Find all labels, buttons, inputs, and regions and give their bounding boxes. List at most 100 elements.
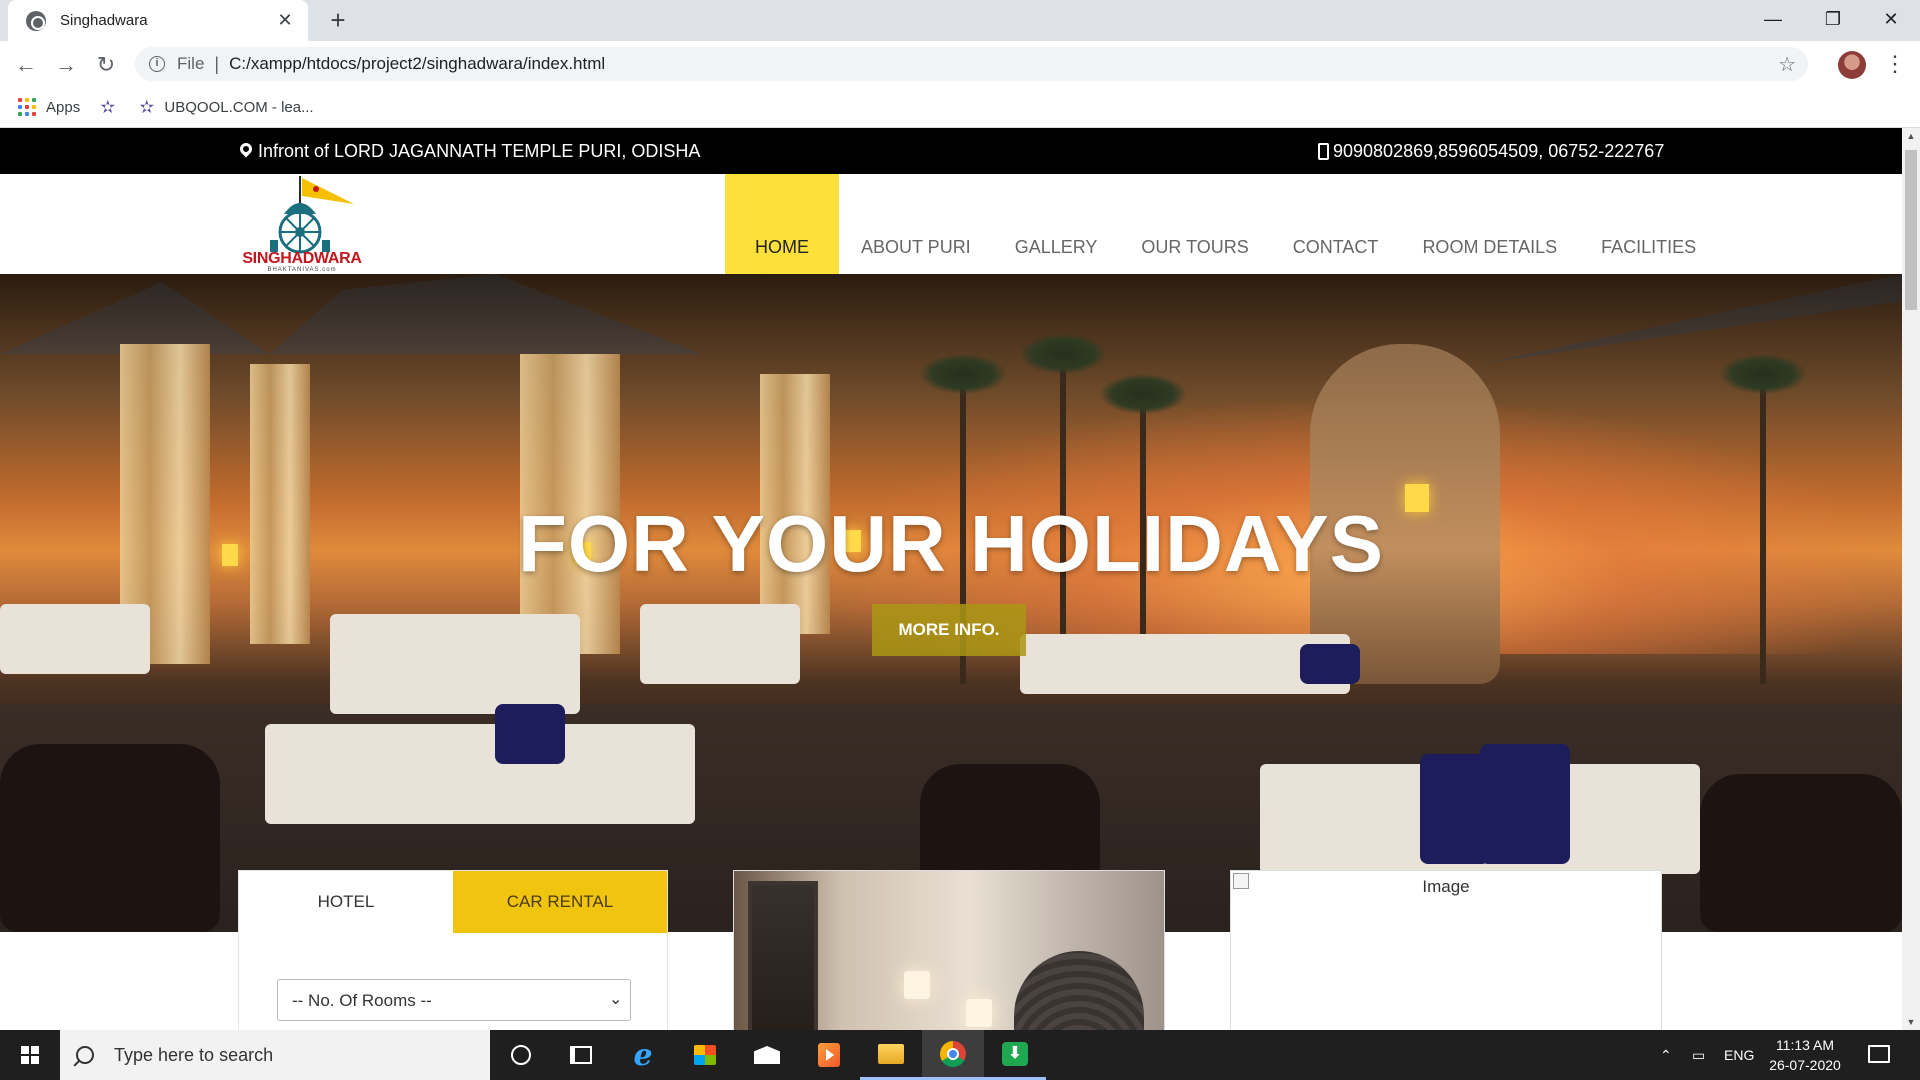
task-view-button[interactable] <box>550 1030 612 1080</box>
hero-tent-roof <box>0 274 702 354</box>
bookmark-star-icon: ✫ <box>139 96 155 117</box>
room-photo[interactable] <box>733 870 1165 1030</box>
bookmark-star-icon[interactable]: ✫ <box>100 97 115 118</box>
address-text: Infront of LORD JAGANNATH TEMPLE PURI, O… <box>258 141 701 161</box>
minimize-button[interactable]: — <box>1744 0 1802 41</box>
cortana-button[interactable] <box>490 1030 552 1080</box>
file-explorer-button[interactable] <box>860 1030 922 1080</box>
browser-toolbar: ← → ↻ i File | C:/xampp/htdocs/project2/… <box>0 41 1920 87</box>
tab-close-icon[interactable]: ✕ <box>274 10 296 31</box>
windows-logo-icon <box>21 1046 39 1064</box>
mail-button[interactable] <box>736 1030 798 1080</box>
url-scheme: File <box>177 54 205 73</box>
apps-grid-icon <box>18 98 36 116</box>
bookmark-ubqool[interactable]: UBQOOL.COM - lea... <box>164 99 313 116</box>
nav-our-tours[interactable]: OUR TOURS <box>1119 174 1270 274</box>
download-app-button[interactable]: ⬇ <box>984 1030 1046 1080</box>
forward-button[interactable]: → <box>50 49 82 81</box>
start-button[interactable] <box>0 1030 60 1080</box>
taskbar-search[interactable]: Type here to search <box>60 1030 490 1080</box>
address-bar[interactable]: i File | C:/xampp/htdocs/project2/singha… <box>135 47 1808 81</box>
edge-button[interactable]: e <box>612 1030 674 1080</box>
system-clock[interactable]: 11:13 AM 26-07-2020 <box>1760 1035 1850 1075</box>
broken-image[interactable]: Image <box>1230 870 1662 1030</box>
hero-cushion <box>1480 744 1570 864</box>
battery-icon[interactable]: ▭ <box>1692 1030 1705 1080</box>
contact-topbar: Infront of LORD JAGANNATH TEMPLE PURI, O… <box>0 128 1902 174</box>
map-pin-icon <box>237 140 255 158</box>
browser-menu-icon[interactable]: ⋮ <box>1884 50 1906 78</box>
booking-tabs: HOTEL CAR RENTAL <box>239 871 667 933</box>
web-page: Infront of LORD JAGANNATH TEMPLE PURI, O… <box>0 128 1902 1030</box>
nav-facilities[interactable]: FACILITIES <box>1579 174 1718 274</box>
clock-time: 11:13 AM <box>1775 1037 1835 1053</box>
site-header: SINGHADWARA BHAKTANIVAS.com HOME ABOUT P… <box>0 174 1902 274</box>
url-separator: | <box>214 53 220 74</box>
bookmark-star-icon[interactable]: ☆ <box>1778 52 1796 77</box>
rooms-select[interactable]: -- No. Of Rooms -- <box>277 979 631 1021</box>
back-button[interactable]: ← <box>10 49 42 81</box>
logo-text: SINGHADWARA <box>242 250 362 267</box>
phone-text: 9090802869,8596054509, 06752-222767 <box>1333 141 1665 161</box>
restore-button[interactable]: ❐ <box>1804 0 1862 41</box>
nav-room-details[interactable]: ROOM DETAILS <box>1400 174 1579 274</box>
mobile-phone-icon <box>1318 142 1329 160</box>
logo-subtext: BHAKTANIVAS.com <box>267 267 337 273</box>
hero-cushion <box>495 704 565 764</box>
nav-contact[interactable]: CONTACT <box>1271 174 1401 274</box>
room-lamp <box>966 999 992 1027</box>
notification-icon[interactable] <box>1868 1045 1890 1063</box>
folder-icon <box>878 1043 904 1064</box>
nav-about-puri[interactable]: ABOUT PURI <box>839 174 993 274</box>
chrome-icon <box>940 1040 966 1067</box>
language-indicator[interactable]: ENG <box>1724 1030 1754 1080</box>
tab-title: Singhadwara <box>60 12 148 29</box>
nav-gallery[interactable]: GALLERY <box>993 174 1120 274</box>
tab-car-rental[interactable]: CAR RENTAL <box>453 871 667 933</box>
browser-tab[interactable]: Singhadwara ✕ <box>8 0 308 41</box>
task-view-icon <box>570 1046 592 1064</box>
store-button[interactable] <box>674 1030 736 1080</box>
url-text: C:/xampp/htdocs/project2/singhadwara/ind… <box>229 54 606 73</box>
scrollbar-thumb[interactable] <box>1905 150 1917 310</box>
store-icon <box>694 1045 716 1065</box>
tab-hotel[interactable]: HOTEL <box>239 871 453 933</box>
mail-icon <box>754 1046 780 1064</box>
hero-sofa <box>265 724 695 824</box>
bookmarks-bar: Apps ✫ ✫ UBQOOL.COM - lea... <box>0 87 1920 128</box>
site-logo[interactable]: SINGHADWARA BHAKTANIVAS.com <box>236 174 368 274</box>
new-tab-button[interactable]: + <box>322 4 354 36</box>
scroll-down-arrow-icon[interactable]: ▼ <box>1902 1014 1920 1030</box>
close-window-button[interactable]: ✕ <box>1862 0 1920 41</box>
chrome-button[interactable] <box>922 1030 984 1080</box>
info-icon[interactable]: i <box>149 56 165 72</box>
hero-banner: FOR YOUR HOLIDAYS MORE INFO. <box>0 274 1902 932</box>
scroll-up-arrow-icon[interactable]: ▲ <box>1902 128 1920 144</box>
reload-button[interactable]: ↻ <box>90 49 122 81</box>
taskbar-search-placeholder: Type here to search <box>114 1044 274 1065</box>
hero-chair <box>1700 774 1902 932</box>
search-icon <box>76 1046 94 1064</box>
tray-chevron-icon[interactable]: ⌃ <box>1660 1030 1672 1080</box>
hero-sofa <box>330 614 580 714</box>
hero-chair <box>0 744 220 932</box>
room-lamp <box>904 971 930 999</box>
temple-wheel-icon <box>270 176 354 254</box>
media-player-icon <box>818 1043 840 1067</box>
cortana-icon <box>511 1045 531 1065</box>
hero-sofa <box>0 604 150 674</box>
page-scrollbar[interactable]: ▲ ▼ <box>1902 128 1920 1030</box>
room-headboard <box>1014 951 1144 1030</box>
bookmark-apps[interactable]: Apps <box>46 99 80 116</box>
phone-info: 9090802869,8596054509, 06752-222767 <box>1318 128 1664 174</box>
media-player-button[interactable] <box>798 1030 860 1080</box>
nav-home[interactable]: HOME <box>725 174 839 274</box>
tab-strip: Singhadwara ✕ + — ❐ ✕ <box>0 0 1920 41</box>
profile-avatar[interactable] <box>1838 51 1866 79</box>
image-alt-text: Image <box>1422 877 1470 896</box>
hero-awning <box>1480 274 1902 364</box>
booking-widget: HOTEL CAR RENTAL -- No. Of Rooms -- ⌄ <box>238 870 668 1030</box>
more-info-button[interactable]: MORE INFO. <box>872 604 1026 656</box>
download-icon: ⬇ <box>1002 1041 1028 1066</box>
clock-date: 26-07-2020 <box>1769 1057 1841 1073</box>
